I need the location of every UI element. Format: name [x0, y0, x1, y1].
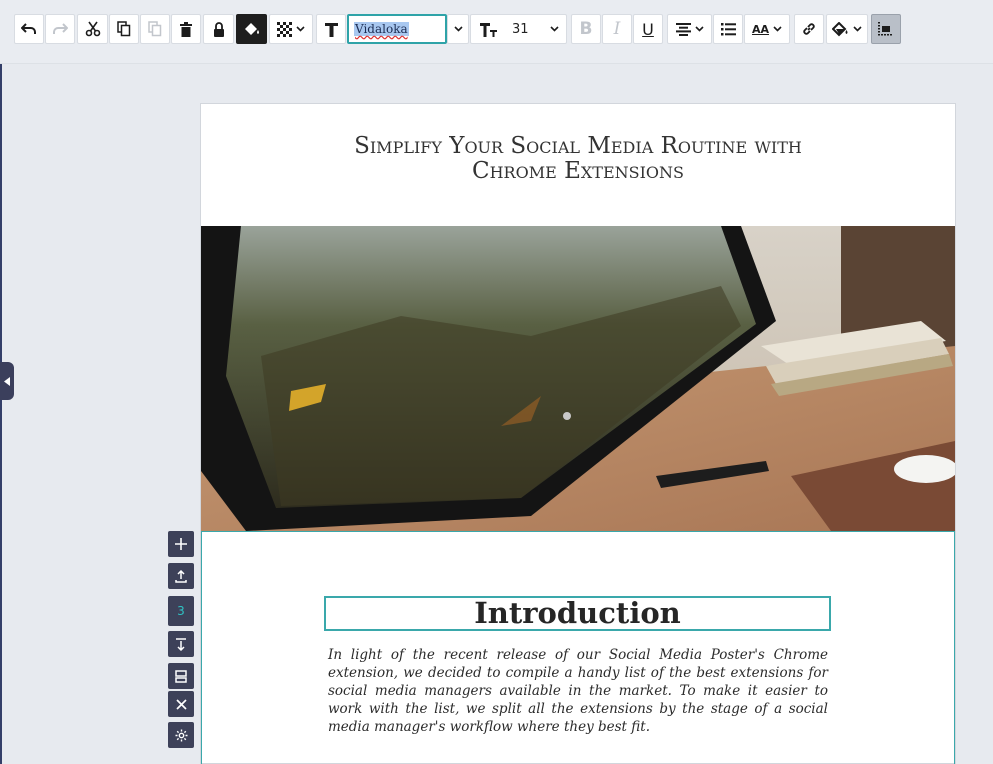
text-icon	[324, 22, 338, 37]
introduction-section[interactable]: Introduction In light of the recent rele…	[201, 531, 955, 764]
text-style-button[interactable]	[316, 14, 346, 44]
move-up-icon	[175, 569, 187, 583]
bold-button[interactable]: B	[571, 14, 601, 44]
desk-computer-photo	[201, 226, 955, 531]
section-settings-button[interactable]	[168, 722, 194, 748]
font-size-icon	[480, 22, 497, 37]
layout-icon	[175, 669, 187, 683]
chevron-down-icon	[453, 26, 463, 32]
arrange-icon	[878, 22, 892, 36]
section-number: 3	[168, 596, 194, 626]
section-number-value: 3	[177, 604, 185, 618]
font-family-input[interactable]: Vidaloka	[347, 14, 447, 44]
font-size-value: 31	[512, 21, 529, 37]
font-family-value: Vidaloka	[354, 22, 409, 36]
cut-icon	[85, 21, 100, 37]
bold-icon: B	[579, 19, 593, 39]
pattern-button[interactable]	[269, 14, 313, 44]
link-icon	[803, 23, 815, 35]
underline-button[interactable]: U	[633, 14, 663, 44]
panel-toggle-button[interactable]	[0, 362, 14, 400]
chevron-down-icon	[773, 26, 782, 32]
fill-bucket-icon	[245, 23, 259, 35]
chevron-down-icon	[853, 26, 862, 32]
align-button[interactable]	[667, 14, 712, 44]
left-panel-edge	[0, 64, 2, 764]
section-layout-button[interactable]	[168, 663, 194, 689]
lock-button[interactable]	[203, 14, 234, 44]
font-family-dropdown[interactable]	[447, 14, 469, 44]
lock-icon	[213, 21, 224, 37]
title-line-1: Simplify Your Social Media Routine with	[354, 133, 802, 159]
move-down-icon	[176, 637, 186, 651]
shape-fill-button[interactable]	[826, 14, 868, 44]
copy-button[interactable]	[109, 14, 139, 44]
chevron-down-icon	[296, 26, 305, 32]
italic-button[interactable]: I	[602, 14, 632, 44]
section-paragraph[interactable]: In light of the recent release of our So…	[328, 646, 828, 736]
undo-button[interactable]	[14, 14, 44, 44]
list-button[interactable]	[713, 14, 743, 44]
gear-icon	[175, 729, 187, 741]
delete-section-button[interactable]	[168, 691, 194, 717]
caret-left-icon	[4, 376, 10, 386]
pattern-icon	[277, 21, 292, 37]
redo-icon	[53, 23, 68, 34]
font-size-select[interactable]: 31	[470, 14, 567, 44]
page-title[interactable]: Simplify Your Social Media Routine with …	[201, 134, 955, 184]
text-case-button[interactable]: AA	[744, 14, 790, 44]
arrange-button[interactable]	[871, 14, 901, 44]
document-page: Simplify Your Social Media Routine with …	[200, 103, 956, 764]
text-case-icon: AA	[751, 22, 770, 36]
editor-toolbar: Vidaloka 31 B I U AA	[0, 0, 993, 64]
list-icon	[720, 22, 736, 35]
undo-icon	[21, 23, 36, 34]
add-section-button[interactable]	[168, 531, 194, 557]
cut-button[interactable]	[77, 14, 108, 44]
underline-icon: U	[642, 19, 654, 39]
copy-icon	[117, 21, 131, 37]
italic-icon: I	[613, 19, 621, 39]
move-section-up-button[interactable]	[168, 563, 194, 589]
fill-color-button[interactable]	[236, 14, 267, 44]
align-center-icon	[675, 22, 691, 36]
delete-button[interactable]	[171, 14, 201, 44]
link-button[interactable]	[794, 14, 824, 44]
paste-button[interactable]	[140, 14, 170, 44]
paste-icon	[148, 21, 162, 37]
chevron-down-icon	[694, 26, 704, 32]
trash-icon	[180, 21, 192, 37]
title-line-2: Chrome Extensions	[472, 158, 684, 184]
section-heading[interactable]: Introduction	[324, 596, 831, 631]
close-icon	[175, 698, 187, 710]
move-section-down-button[interactable]	[168, 631, 194, 657]
hero-image[interactable]	[201, 226, 955, 531]
plus-icon	[175, 538, 187, 550]
shape-fill-icon	[832, 21, 848, 36]
redo-button[interactable]	[45, 14, 75, 44]
chevron-down-icon	[550, 26, 559, 32]
